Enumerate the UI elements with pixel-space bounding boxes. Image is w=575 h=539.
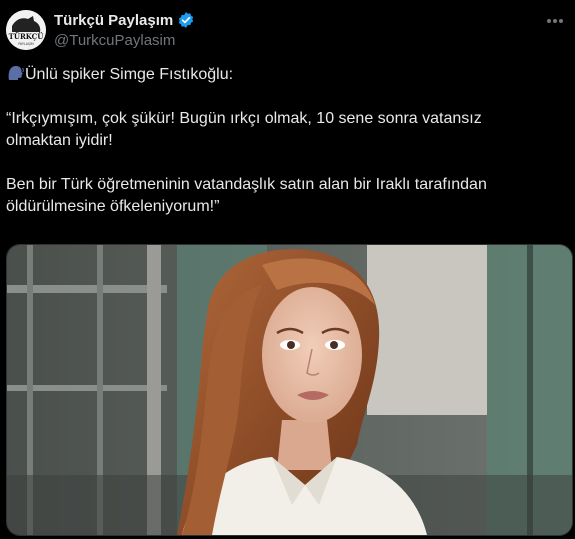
handle[interactable]: @TurkcuPaylasim	[54, 32, 195, 49]
avatar-text: TÜRKÇÜ	[9, 32, 44, 41]
speaking-head-icon	[8, 65, 24, 80]
intro-text: Ünlü spiker Simge Fıstıkoğlu:	[25, 66, 234, 83]
portrait-photo	[7, 245, 572, 535]
verified-badge-icon[interactable]	[177, 11, 195, 29]
avatar[interactable]: TÜRKÇÜ PAYLAŞIM	[6, 10, 46, 50]
display-name[interactable]: Türkçü Paylaşım	[54, 12, 173, 29]
avatar-logo: TÜRKÇÜ PAYLAŞIM	[6, 10, 46, 50]
tweet-text: Ünlü spiker Simge Fıstıkoğlu: “Irkçıymış…	[6, 64, 566, 218]
tweet-paragraph-1-line-2: olmaktan iyidir!	[6, 132, 113, 149]
avatar-subtext: PAYLAŞIM	[18, 42, 34, 46]
tweet-header: TÜRKÇÜ PAYLAŞIM Türkçü Paylaşım @TurkcuP…	[6, 10, 565, 54]
author-names: Türkçü Paylaşım @TurkcuPaylasim	[54, 11, 195, 49]
more-options-icon[interactable]	[545, 14, 565, 28]
tweet-photo[interactable]	[6, 244, 573, 536]
tweet-paragraph-1-line-1: “Irkçıymışım, çok şükür! Bugün ırkçı olm…	[6, 110, 482, 127]
tweet-intro-line: Ünlü spiker Simge Fıstıkoğlu:	[6, 64, 566, 86]
tweet-paragraph-2-line-1: Ben bir Türk öğretmeninin vatandaşlık sa…	[6, 176, 487, 193]
tweet-paragraph-2-line-2: öldürülmesine öfkeleniyorum!”	[6, 198, 220, 215]
